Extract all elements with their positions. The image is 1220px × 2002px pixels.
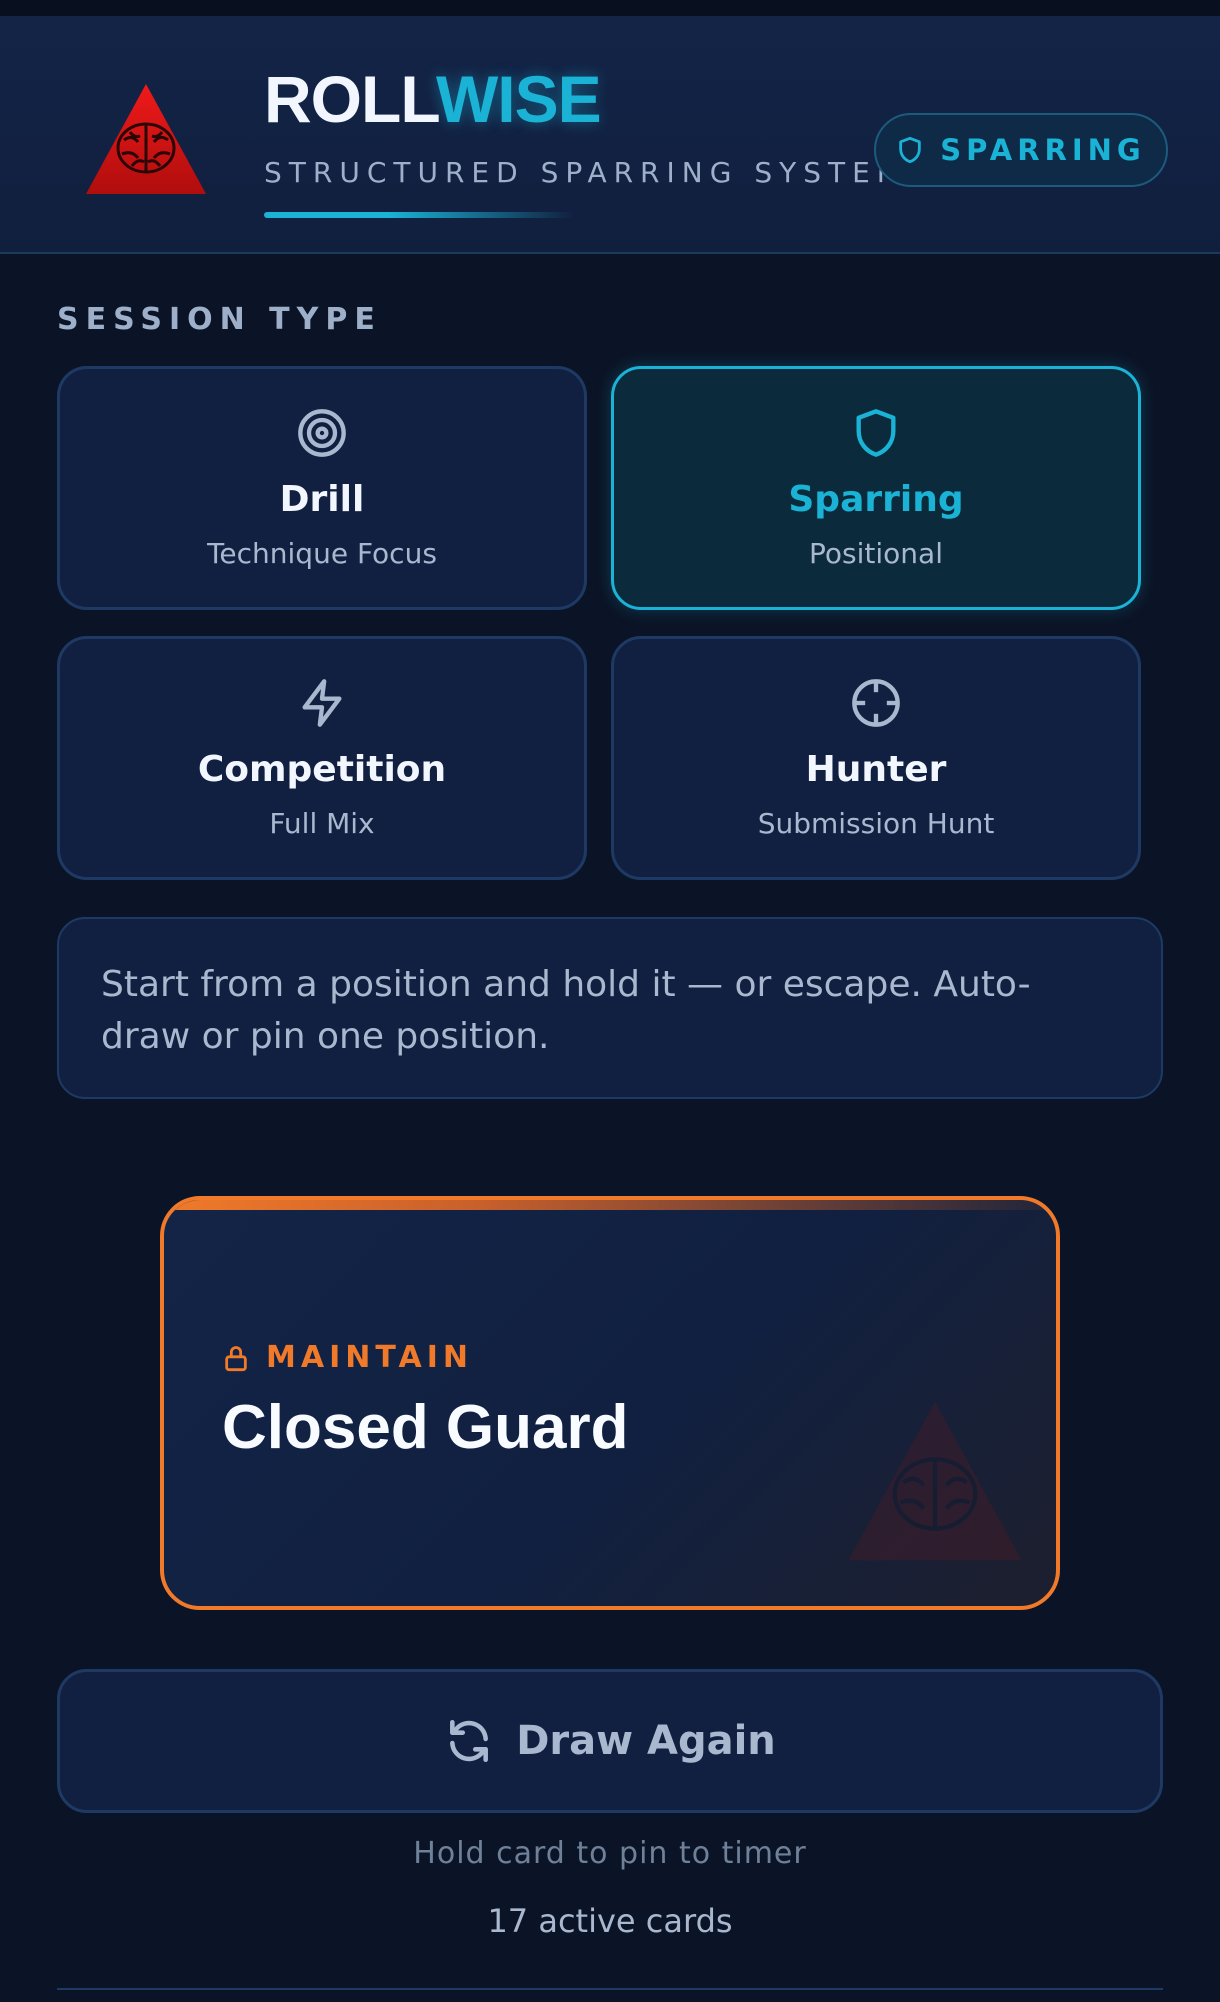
shield-icon (856, 409, 896, 457)
session-type-title: Sparring (788, 479, 964, 520)
divider (57, 1988, 1163, 1990)
position-status-label: MAINTAIN (266, 1340, 473, 1375)
session-type-hunter[interactable]: Hunter Submission Hunt (611, 636, 1141, 880)
brain-triangle-watermark-icon (848, 1401, 1022, 1561)
session-type-subtitle: Submission Hunt (757, 807, 995, 840)
session-type-subtitle: Technique Focus (207, 537, 437, 570)
session-type-sparring[interactable]: Sparring Positional (611, 366, 1141, 610)
session-type-title: Drill (279, 479, 365, 520)
position-card[interactable]: MAINTAIN Closed Guard (160, 1196, 1060, 1610)
draw-again-button[interactable]: Draw Again (57, 1669, 1163, 1813)
refresh-icon (450, 1719, 489, 1763)
session-description: Start from a position and hold it — or e… (57, 917, 1163, 1099)
brand-part-roll: ROLL (264, 62, 437, 136)
session-type-title: Competition (197, 749, 447, 790)
active-cards-count: 17 active cards (487, 1902, 733, 1940)
top-strip (0, 0, 1220, 16)
session-type-drill[interactable]: Drill Technique Focus (57, 366, 587, 610)
mode-badge-label: SPARRING (940, 133, 1146, 167)
lock-icon (225, 1345, 247, 1371)
app-tagline: STRUCTURED SPARRING SYSTEM (264, 156, 908, 189)
lightning-icon (302, 679, 342, 727)
mode-badge[interactable]: SPARRING (874, 113, 1168, 187)
app-brand: ROLLWISE (264, 66, 602, 132)
brand-underline (264, 212, 574, 218)
brand-part-wise: WISE (436, 62, 602, 136)
session-type-subtitle: Positional (809, 537, 943, 570)
draw-again-label: Draw Again (516, 1718, 776, 1764)
session-type-competition[interactable]: Competition Full Mix (57, 636, 587, 880)
target-icon (298, 409, 346, 457)
section-label-session-type: SESSION TYPE (57, 302, 382, 337)
session-type-subtitle: Full Mix (269, 807, 375, 840)
brain-triangle-icon (86, 84, 206, 194)
position-status: MAINTAIN (222, 1340, 473, 1375)
position-card-accent-bar (164, 1200, 1056, 1210)
position-name: Closed Guard (222, 1393, 629, 1462)
session-type-title: Hunter (805, 749, 947, 790)
crosshair-icon (852, 679, 900, 727)
pin-hint: Hold card to pin to timer (413, 1836, 807, 1871)
shield-icon (899, 136, 921, 164)
app-header: ROLLWISE STRUCTURED SPARRING SYSTEM SPAR… (0, 16, 1220, 254)
